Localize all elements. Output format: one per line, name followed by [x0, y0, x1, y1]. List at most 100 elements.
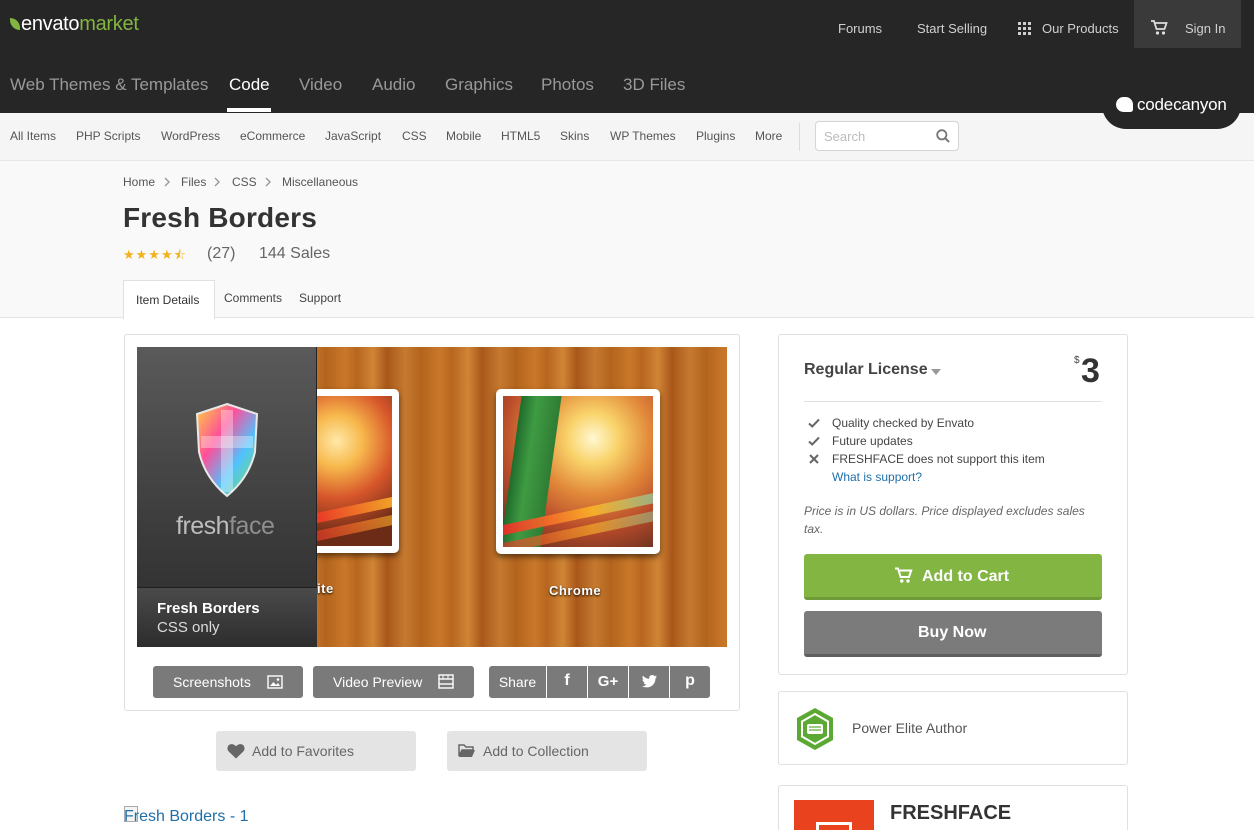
preview-frame-chrome — [496, 389, 660, 554]
cart-icon — [895, 567, 913, 583]
twitter-share-button[interactable] — [629, 666, 669, 698]
subnav-wordpress[interactable]: WordPress — [161, 129, 220, 143]
heart-icon — [227, 744, 245, 759]
license-selector[interactable]: Regular License — [804, 361, 928, 379]
pinterest-icon: p — [685, 672, 695, 689]
chevron-down-icon[interactable] — [931, 369, 941, 375]
check-icon — [808, 436, 820, 446]
subnav-css[interactable]: CSS — [402, 129, 427, 143]
folder-open-icon — [458, 744, 475, 757]
logo-text-market: market — [79, 13, 139, 35]
preview-panel-title: Fresh Borders — [157, 600, 260, 617]
author-name[interactable]: FRESHFACE — [890, 802, 1011, 825]
facebook-share-button[interactable]: f — [547, 666, 587, 698]
page-title: Fresh Borders — [123, 202, 317, 233]
subnav-all-items[interactable]: All Items — [10, 129, 56, 143]
share-button[interactable]: Share — [489, 666, 546, 698]
preview-frame-left — [307, 389, 399, 553]
add-to-collection-label: Add to Collection — [483, 743, 589, 759]
rating-stars: ★★★★⯪ — [123, 247, 187, 262]
search-icon[interactable] — [936, 129, 950, 143]
tab-item-details[interactable]: Item Details — [123, 280, 215, 319]
tab-support[interactable]: Support — [299, 291, 341, 305]
rating-count[interactable]: (27) — [207, 245, 235, 263]
start-selling-link[interactable]: Start Selling — [917, 21, 987, 36]
add-to-favorites-button[interactable]: Add to Favorites — [216, 731, 416, 771]
price-currency: $ — [1074, 355, 1080, 366]
image-icon — [267, 675, 283, 689]
price-note: Price is in US dollars. Price displayed … — [804, 504, 1085, 536]
tab-comments[interactable]: Comments — [224, 291, 282, 305]
pinterest-share-button[interactable]: p — [670, 666, 710, 698]
power-elite-author-label: Power Elite Author — [852, 720, 968, 736]
envato-market-logo[interactable]: envatomarket — [10, 13, 139, 36]
google-plus-icon: G+ — [597, 673, 619, 690]
subnav-skins[interactable]: Skins — [560, 129, 589, 143]
breadcrumb-files[interactable]: Files — [181, 175, 206, 189]
chevron-right-icon — [164, 177, 170, 187]
category-audio[interactable]: Audio — [372, 75, 415, 95]
apps-grid-icon — [1018, 22, 1031, 35]
forums-link[interactable]: Forums — [838, 21, 882, 36]
subnav-more[interactable]: More — [755, 129, 782, 143]
subnav-plugins[interactable]: Plugins — [696, 129, 735, 143]
sub-nav: All Items PHP Scripts WordPress eCommerc… — [0, 113, 1254, 161]
category-graphics[interactable]: Graphics — [445, 75, 513, 95]
add-to-cart-button[interactable]: Add to Cart — [804, 554, 1102, 600]
freshface-logo: freshface — [176, 512, 275, 541]
breadcrumb-css[interactable]: CSS — [232, 175, 257, 189]
freshface-logo-part2: face — [229, 512, 275, 540]
license-divider — [804, 401, 1102, 402]
preview-label-left: ite — [317, 581, 334, 596]
feature-quality-checked: Quality checked by Envato — [832, 416, 975, 430]
add-to-collection-button[interactable]: Add to Collection — [447, 731, 647, 771]
subnav-javascript[interactable]: JavaScript — [325, 129, 381, 143]
category-video[interactable]: Video — [299, 75, 342, 95]
googleplus-share-button[interactable]: G+ — [588, 666, 628, 698]
feature-no-support: FRESHFACE does not support this item — [832, 452, 1045, 466]
cart-icon — [1151, 20, 1168, 35]
item-preview-image[interactable]: ite Chrome freshface Fresh Borders CSS o… — [137, 347, 727, 647]
subnav-mobile[interactable]: Mobile — [446, 129, 481, 143]
category-3d-files[interactable]: 3D Files — [623, 75, 685, 95]
category-web-themes[interactable]: Web Themes & Templates — [10, 75, 208, 95]
video-preview-button[interactable]: Video Preview — [313, 666, 474, 698]
cross-icon — [809, 454, 819, 464]
screenshots-button[interactable]: Screenshots — [153, 666, 303, 698]
our-products-link[interactable]: Our Products — [1042, 21, 1119, 36]
buy-now-label: Buy Now — [918, 624, 987, 641]
screenshots-label: Screenshots — [173, 674, 251, 690]
signin-area[interactable]: Sign In — [1134, 0, 1241, 48]
item-header: Home Files CSS Miscellaneous Fresh Borde… — [0, 161, 1254, 319]
codecanyon-badge[interactable]: codecanyon — [1102, 81, 1241, 129]
author-avatar[interactable] — [794, 800, 874, 830]
share-label: Share — [498, 674, 537, 690]
subnav-divider — [799, 123, 800, 151]
chevron-right-icon — [214, 177, 220, 187]
add-to-cart-label: Add to Cart — [922, 568, 1010, 585]
logo-text-envato: envato — [21, 13, 80, 35]
buy-now-button[interactable]: Buy Now — [804, 611, 1102, 657]
twitter-icon — [641, 675, 657, 688]
subnav-ecommerce[interactable]: eCommerce — [240, 129, 305, 143]
codecanyon-bird-icon — [1116, 97, 1133, 112]
subnav-php-scripts[interactable]: PHP Scripts — [76, 129, 140, 143]
subnav-html5[interactable]: HTML5 — [501, 129, 540, 143]
preview-panel-footer: Fresh Borders CSS only — [137, 587, 317, 647]
category-nav: Web Themes & Templates Code Video Audio … — [0, 56, 1254, 113]
sign-in-link[interactable]: Sign In — [1185, 21, 1225, 36]
breadcrumb-home[interactable]: Home — [123, 175, 155, 189]
active-category-indicator — [227, 108, 271, 112]
sales-count: 144 Sales — [259, 245, 331, 262]
preview-side-panel: freshface Fresh Borders CSS only — [137, 347, 317, 647]
preview-label-chrome: Chrome — [549, 583, 602, 598]
breadcrumb-miscellaneous[interactable]: Miscellaneous — [282, 175, 358, 189]
what-is-support-link[interactable]: What is support? — [832, 470, 922, 484]
chevron-right-icon — [265, 177, 271, 187]
category-photos[interactable]: Photos — [541, 75, 594, 95]
freshface-shield-icon — [195, 402, 259, 498]
subnav-wp-themes[interactable]: WP Themes — [610, 129, 676, 143]
category-code[interactable]: Code — [229, 75, 270, 95]
item-screenshot-image-link[interactable]: Fresh Borders - 1 — [124, 808, 248, 826]
feature-future-updates: Future updates — [832, 434, 913, 448]
